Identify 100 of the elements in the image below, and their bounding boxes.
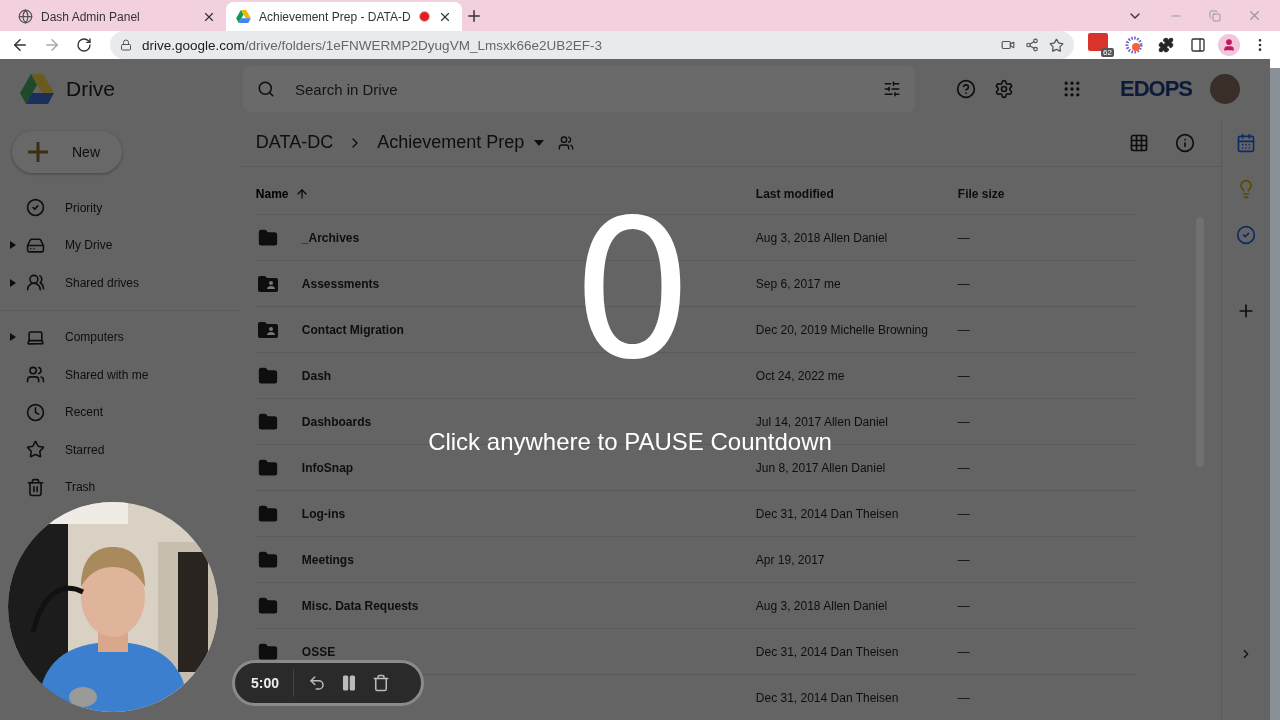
file-size: — [957, 322, 970, 337]
shared-folder-icon [257, 275, 278, 292]
sidebar-item[interactable]: Shared with me [0, 356, 240, 394]
drive-icon [26, 235, 45, 255]
modified-date: Dec 20, 2019 Michelle Browning [755, 322, 929, 337]
drive-logo-icon [236, 10, 251, 23]
folder-icon [257, 411, 278, 432]
trash-icon[interactable] [372, 674, 391, 692]
folder-icon [257, 549, 278, 570]
search-icon [257, 80, 275, 98]
folder-icon [257, 365, 278, 386]
grid-view-icon[interactable] [1129, 132, 1150, 153]
modified-date: Jul 14, 2017 Allen Daniel [755, 414, 889, 429]
caret-icon[interactable] [10, 278, 16, 287]
settings-icon[interactable] [993, 79, 1014, 99]
trash-icon [26, 477, 45, 497]
browser-tab[interactable]: Achievement Prep - DATA-D [226, 2, 462, 31]
folder-icon [257, 641, 278, 662]
app-name: Drive [66, 77, 115, 101]
check-icon[interactable] [1236, 225, 1257, 245]
sunburst-icon[interactable] [1125, 36, 1143, 54]
people-icon [26, 365, 45, 385]
puzzle-icon[interactable] [1158, 37, 1174, 53]
plus-icon [26, 140, 50, 164]
file-name[interactable]: Dash [301, 368, 332, 383]
file-name[interactable]: _Archives [301, 230, 360, 245]
caret-icon[interactable] [10, 333, 16, 342]
side-panel-icon[interactable] [1190, 37, 1206, 53]
browser-tab[interactable]: Dash Admin Panel [8, 2, 226, 31]
countdown-number: 0 [572, 196, 693, 386]
sidebar-item[interactable]: My Drive [0, 226, 240, 264]
file-name[interactable]: OSSE [301, 644, 336, 659]
file-size: — [957, 690, 970, 705]
search-field[interactable]: Search in Drive [293, 79, 865, 99]
column-header[interactable]: File size [957, 186, 1005, 201]
modified-date: Dec 31, 2014 Dan Theisen [755, 644, 900, 659]
file-name[interactable]: Contact Migration [301, 322, 404, 337]
star-icon[interactable] [1049, 37, 1064, 53]
camera-icon[interactable] [1001, 38, 1015, 52]
modified-date: Aug 3, 2018 Allen Daniel [755, 230, 889, 245]
folder-icon [257, 227, 278, 248]
breadcrumb-link[interactable]: Achievement Prep [377, 132, 525, 153]
shared-folder-icon [257, 321, 278, 338]
column-header[interactable]: Last modified [755, 186, 834, 201]
sidebar-item[interactable]: Starred [0, 431, 240, 469]
sidebar-item[interactable]: Trash [0, 468, 240, 506]
new-button[interactable]: New [12, 131, 122, 173]
back-icon[interactable] [11, 36, 29, 54]
sidebar-item[interactable]: Shared drives [0, 264, 240, 302]
column-header[interactable]: Name [255, 186, 289, 201]
clock-icon [26, 402, 45, 422]
file-size: — [957, 644, 970, 659]
sort-arrow-icon[interactable] [294, 186, 309, 201]
caret-icon[interactable] [10, 241, 16, 250]
file-size: — [957, 506, 970, 521]
file-name[interactable]: Meetings [301, 552, 354, 567]
people-icon [558, 134, 575, 151]
modified-date: Jun 8, 2017 Allen Daniel [755, 460, 887, 475]
file-name[interactable]: Assessments [301, 276, 380, 291]
modified-date: Dec 31, 2014 Dan Theisen [755, 690, 900, 705]
breadcrumb-link[interactable]: DATA-DC [255, 132, 334, 153]
modified-date: Dec 31, 2014 Dan Theisen [755, 506, 900, 521]
folder-icon [257, 595, 278, 616]
file-size: — [957, 460, 970, 475]
filter-icon[interactable] [883, 80, 901, 98]
check-circle-icon [26, 198, 45, 218]
modified-date: Apr 19, 2017 [755, 552, 826, 567]
share-icon[interactable] [1025, 38, 1039, 52]
file-name[interactable]: InfoSnap [301, 460, 354, 475]
org-logo: EDOPS [1119, 76, 1192, 102]
star-icon [26, 440, 45, 460]
address-bar[interactable]: drive.google.com/drive/folders/1eFNWERMP2DyugVM_Lmsxk66e2UB2EF-3 [110, 31, 1074, 59]
info-icon[interactable] [1175, 132, 1196, 153]
modified-date: Sep 6, 2017 me [755, 276, 842, 291]
file-name[interactable]: Log-ins [301, 506, 346, 521]
undo-icon[interactable] [308, 674, 327, 692]
countdown-message: Click anywhere to PAUSE Countdown [428, 428, 832, 456]
calendar-icon[interactable] [1236, 133, 1257, 153]
modified-date: Oct 24, 2022 me [755, 368, 846, 383]
account-avatar[interactable] [1210, 74, 1240, 104]
profile-avatar[interactable] [1218, 34, 1240, 56]
reload-icon[interactable] [76, 37, 92, 53]
folder-icon [257, 503, 278, 524]
extension-badge: 62 [1101, 48, 1114, 57]
dropdown-icon[interactable] [534, 139, 545, 146]
modified-date: Aug 3, 2018 Allen Daniel [755, 598, 889, 613]
drive-logo-icon [20, 74, 54, 104]
file-size: — [957, 368, 970, 383]
folder-icon [257, 457, 278, 478]
file-size: — [957, 276, 970, 291]
sidebar-item[interactable]: Computers [0, 318, 240, 356]
file-name[interactable]: Misc. Data Requests [301, 598, 419, 613]
extension-icon[interactable] [1088, 33, 1108, 51]
lock-icon [120, 39, 132, 51]
sidebar-item[interactable]: Recent [0, 393, 240, 431]
help-icon[interactable] [955, 79, 976, 99]
sidebar-item[interactable]: Priority [0, 189, 240, 227]
search-bar[interactable]: Search in Drive [243, 66, 915, 112]
file-name[interactable]: Dashboards [301, 414, 372, 429]
forward-icon[interactable] [43, 36, 61, 54]
